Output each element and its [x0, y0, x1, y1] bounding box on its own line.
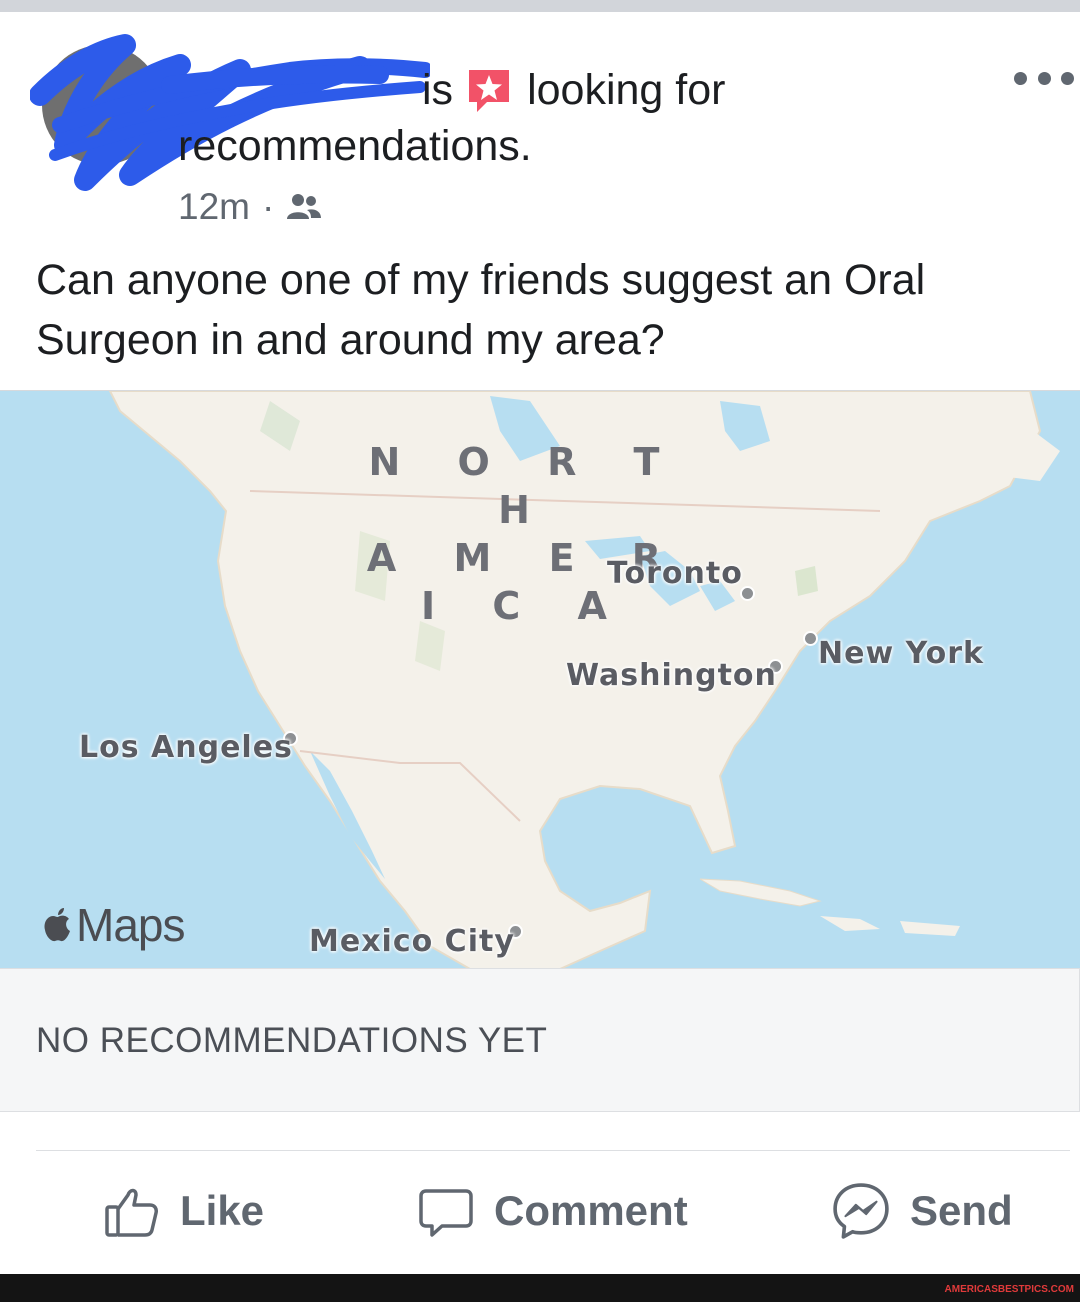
map-pin-new-york[interactable]	[803, 631, 818, 646]
timestamp[interactable]: 12m	[178, 182, 250, 232]
more-dot-icon	[1014, 71, 1027, 85]
thumbs-up-icon	[105, 1188, 158, 1237]
post-meta: 12m ·	[178, 182, 322, 232]
recommendations-panel: NO RECOMMENDATIONS YET	[0, 968, 1080, 1112]
maps-label: Maps	[76, 899, 185, 951]
post-header-line1: is looking for	[422, 62, 725, 118]
city-label-toronto: Toronto	[607, 556, 743, 591]
city-label-los-angeles: Los Angeles	[79, 730, 293, 765]
top-edge	[0, 0, 1080, 12]
send-button[interactable]: Send	[832, 1176, 1013, 1246]
header-action: looking for	[527, 66, 726, 114]
comment-icon	[419, 1189, 473, 1237]
city-label-new-york: New York	[818, 636, 984, 671]
author-suffix: is	[422, 66, 454, 114]
like-button[interactable]: Like	[104, 1176, 264, 1246]
recommendations-status: NO RECOMMENDATIONS YET	[36, 1021, 548, 1060]
city-label-mexico-city: Mexico City	[309, 924, 515, 959]
map-region-line1: N O R T H	[368, 440, 682, 532]
messenger-icon	[833, 1183, 889, 1239]
maps-attribution: Maps	[42, 898, 185, 952]
bottom-bar: AMERICASBESTPICS.COM	[0, 1274, 1080, 1302]
post-body: Can anyone one of my friends suggest an …	[36, 256, 926, 364]
city-label-washington: Washington	[566, 658, 777, 693]
more-options-button[interactable]	[1014, 66, 1074, 90]
like-label: Like	[180, 1187, 265, 1234]
send-label: Send	[910, 1187, 1013, 1234]
comment-label: Comment	[494, 1187, 688, 1234]
comment-button[interactable]: Comment	[418, 1176, 688, 1246]
more-dot-icon	[1061, 71, 1074, 85]
actions-divider	[36, 1150, 1070, 1151]
more-dot-icon	[1037, 71, 1051, 85]
friends-icon[interactable]	[286, 192, 322, 222]
apple-icon	[44, 908, 70, 942]
header-recommendations: recommendations.	[178, 122, 532, 170]
recommendation-icon	[465, 66, 513, 114]
watermark: AMERICASBESTPICS.COM	[944, 1284, 1074, 1295]
map-region-label: N O R T H A M E R I C A	[345, 438, 705, 630]
meta-separator: ·	[261, 186, 275, 227]
